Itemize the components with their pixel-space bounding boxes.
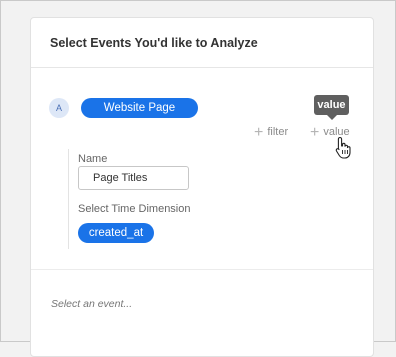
plus-icon: + [254,123,264,141]
event-selection-card: Select Events You'd like to Analyze A We… [30,17,374,357]
value-tooltip: value [314,95,349,120]
select-event-input[interactable]: Select an event... [51,298,132,310]
hand-pointer-cursor-icon [335,136,351,159]
plus-icon: + [310,123,320,141]
event-name-pill[interactable]: Website Page View [81,98,198,134]
card-header: Select Events You'd like to Analyze [31,18,373,68]
add-filter-button[interactable]: + filter [254,123,289,141]
time-dimension-label: Select Time Dimension [78,203,191,215]
add-filter-label: filter [267,126,289,138]
window-frame: Select Events You'd like to Analyze A We… [0,0,396,357]
name-input[interactable] [78,166,189,190]
name-field-label: Name [78,153,108,165]
event-avatar: A [49,98,69,118]
divider [31,269,373,270]
time-dimension-pill[interactable]: created_at [78,223,154,243]
card-title: Select Events You'd like to Analyze [50,36,258,50]
nesting-guide-line [68,149,69,249]
